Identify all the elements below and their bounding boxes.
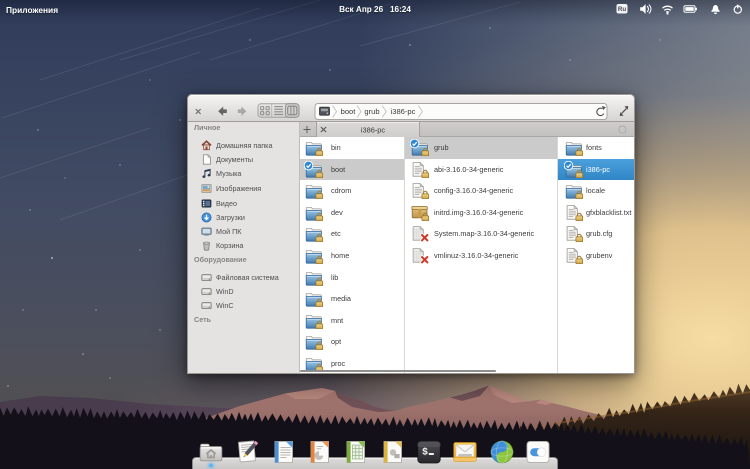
svg-text:i386-pc: i386-pc <box>391 107 416 116</box>
svg-text:grub: grub <box>364 107 379 116</box>
svg-text:Ru: Ru <box>618 6 626 13</box>
svg-text:$: $ <box>422 447 428 459</box>
svg-text:boot: boot <box>341 107 357 116</box>
svg-text:i386-pc: i386-pc <box>361 126 386 135</box>
